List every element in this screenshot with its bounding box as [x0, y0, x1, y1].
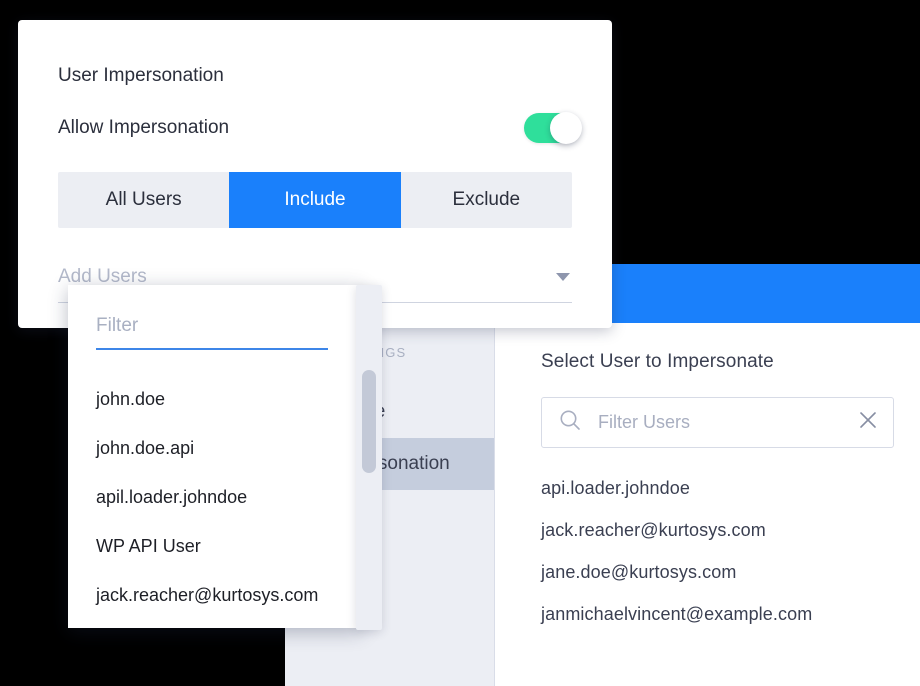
list-item[interactable]: jack.reacher@kurtosys.com — [541, 520, 894, 562]
panel-title: Select User to Impersonate — [541, 351, 894, 373]
dropdown-filter-placeholder: Filter — [96, 315, 138, 336]
list-item[interactable]: jack.reacher@kurtosys.com — [68, 571, 362, 620]
dropdown-scrollbar[interactable] — [356, 285, 382, 630]
list-item[interactable]: api.loader.johndoe — [541, 478, 894, 520]
dropdown-option-list: john.doe john.doe.api apil.loader.johndo… — [68, 375, 362, 620]
filter-users-field[interactable]: Filter Users — [541, 397, 894, 448]
allow-impersonation-toggle[interactable] — [524, 113, 580, 143]
tab-all-users-label: All Users — [106, 189, 182, 211]
impersonation-panel: Select User to Impersonate Filter Users — [495, 323, 920, 686]
tab-include-label: Include — [284, 189, 345, 211]
filter-users-placeholder: Filter Users — [598, 412, 857, 433]
page-title: User Impersonation — [58, 65, 224, 87]
list-item[interactable]: WP API User — [68, 522, 362, 571]
chevron-down-icon — [556, 273, 570, 281]
search-icon — [558, 408, 582, 437]
tab-exclude-label: Exclude — [453, 189, 521, 211]
list-item[interactable]: janmichaelvincent@example.com — [541, 604, 894, 646]
allow-impersonation-row: Allow Impersonation — [58, 113, 580, 143]
list-item[interactable]: jane.doe@kurtosys.com — [541, 562, 894, 604]
list-item[interactable]: john.doe.api — [68, 424, 362, 473]
add-users-dropdown: Filter john.doe john.doe.api apil.loader… — [68, 285, 362, 628]
tab-exclude[interactable]: Exclude — [401, 172, 572, 228]
canvas-background: TINGS file ersonation Select User to Imp… — [0, 0, 920, 686]
list-item[interactable]: john.doe — [68, 375, 362, 424]
close-icon[interactable] — [857, 409, 879, 436]
user-scope-segmented-control: All Users Include Exclude — [58, 172, 572, 228]
toggle-knob — [550, 112, 582, 144]
user-impersonation-card: User Impersonation Allow Impersonation A… — [18, 20, 612, 328]
list-item[interactable]: apil.loader.johndoe — [68, 473, 362, 522]
impersonate-user-list: api.loader.johndoe jack.reacher@kurtosys… — [541, 478, 894, 646]
dropdown-filter-field[interactable]: Filter — [96, 315, 328, 350]
tab-include[interactable]: Include — [229, 172, 400, 228]
allow-impersonation-label: Allow Impersonation — [58, 117, 229, 139]
tab-all-users[interactable]: All Users — [58, 172, 229, 228]
scrollbar-thumb[interactable] — [362, 370, 376, 473]
